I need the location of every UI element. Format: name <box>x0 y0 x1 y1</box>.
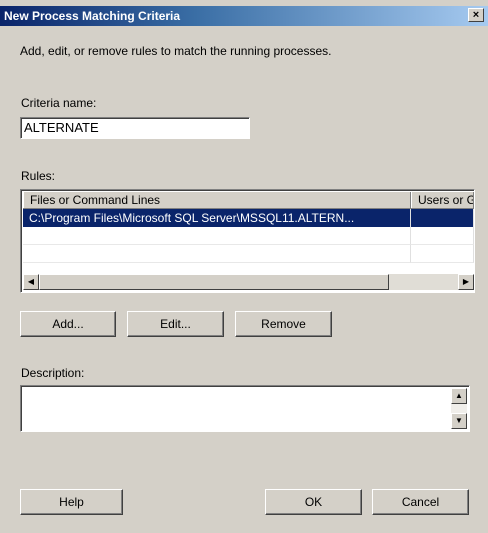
arrow-left-icon: ◀ <box>27 277 35 286</box>
table-row[interactable]: C:\Program Files\Microsoft SQL Server\MS… <box>23 209 474 227</box>
scroll-up-button[interactable]: ▲ <box>451 388 467 404</box>
description-vertical-scrollbar[interactable]: ▲ ▼ <box>451 388 467 429</box>
table-row-empty[interactable] <box>23 227 474 245</box>
rules-label: Rules: <box>21 169 56 183</box>
scroll-down-button[interactable]: ▼ <box>451 413 467 429</box>
dialog-window: New Process Matching Criteria × Add, edi… <box>0 0 488 533</box>
table-cell-empty <box>411 227 474 245</box>
table-cell <box>411 209 474 227</box>
table-row-empty[interactable] <box>23 245 474 263</box>
arrow-down-icon: ▼ <box>455 416 463 425</box>
description-field[interactable]: ▲ ▼ <box>20 385 470 432</box>
rules-list[interactable]: Files or Command Lines Users or G C:\Pro… <box>20 189 475 293</box>
title-bar[interactable]: New Process Matching Criteria × <box>0 6 488 26</box>
ok-button[interactable]: OK <box>265 489 362 515</box>
table-cell-empty <box>23 227 411 245</box>
remove-button[interactable]: Remove <box>235 311 332 337</box>
scroll-left-button[interactable]: ◀ <box>23 274 39 290</box>
description-label: Description: <box>21 366 85 380</box>
close-button[interactable]: × <box>468 8 484 22</box>
help-button[interactable]: Help <box>20 489 123 515</box>
criteria-name-label: Criteria name: <box>21 96 97 110</box>
intro-text: Add, edit, or remove rules to match the … <box>20 44 332 58</box>
add-button[interactable]: Add... <box>20 311 116 337</box>
arrow-up-icon: ▲ <box>455 391 463 400</box>
table-cell: C:\Program Files\Microsoft SQL Server\MS… <box>23 209 411 227</box>
column-header-users[interactable]: Users or G <box>411 192 474 208</box>
arrow-right-icon: ▶ <box>462 277 470 286</box>
rules-list-header: Files or Command Lines Users or G <box>23 192 474 209</box>
scroll-right-button[interactable]: ▶ <box>458 274 474 290</box>
column-header-files[interactable]: Files or Command Lines <box>23 192 411 208</box>
table-cell-empty <box>23 245 411 263</box>
scroll-thumb[interactable] <box>39 274 389 290</box>
criteria-name-input[interactable]: ALTERNATE <box>20 117 250 139</box>
horizontal-scrollbar[interactable]: ◀ ▶ <box>23 274 474 290</box>
window-title: New Process Matching Criteria <box>4 9 181 23</box>
edit-button[interactable]: Edit... <box>127 311 224 337</box>
close-icon: × <box>472 9 480 21</box>
table-cell-empty <box>411 245 474 263</box>
cancel-button[interactable]: Cancel <box>372 489 469 515</box>
